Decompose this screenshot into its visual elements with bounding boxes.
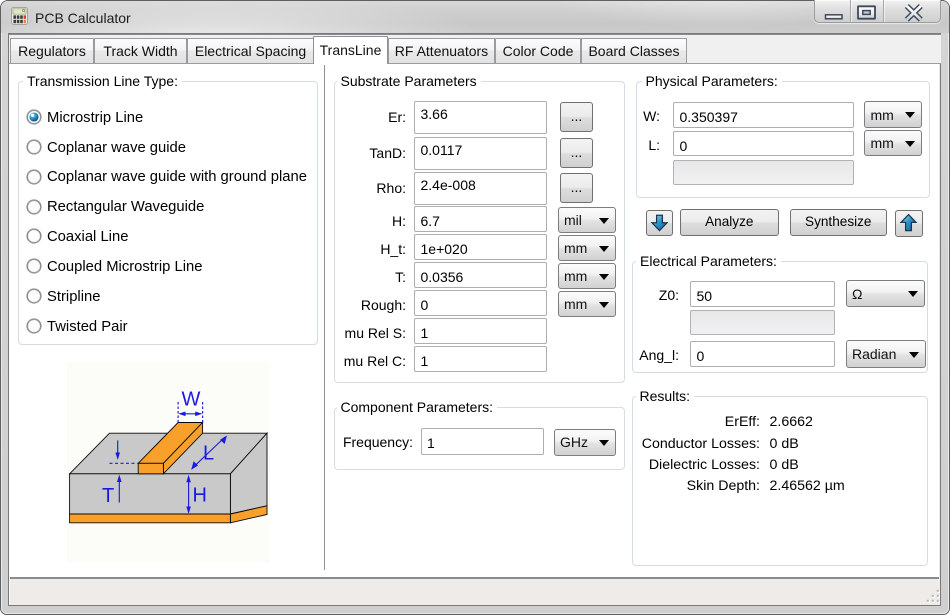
- svg-text:L: L: [203, 443, 214, 465]
- svg-text:H: H: [193, 485, 207, 507]
- svg-text:W: W: [182, 389, 201, 411]
- svg-text:T: T: [102, 485, 114, 507]
